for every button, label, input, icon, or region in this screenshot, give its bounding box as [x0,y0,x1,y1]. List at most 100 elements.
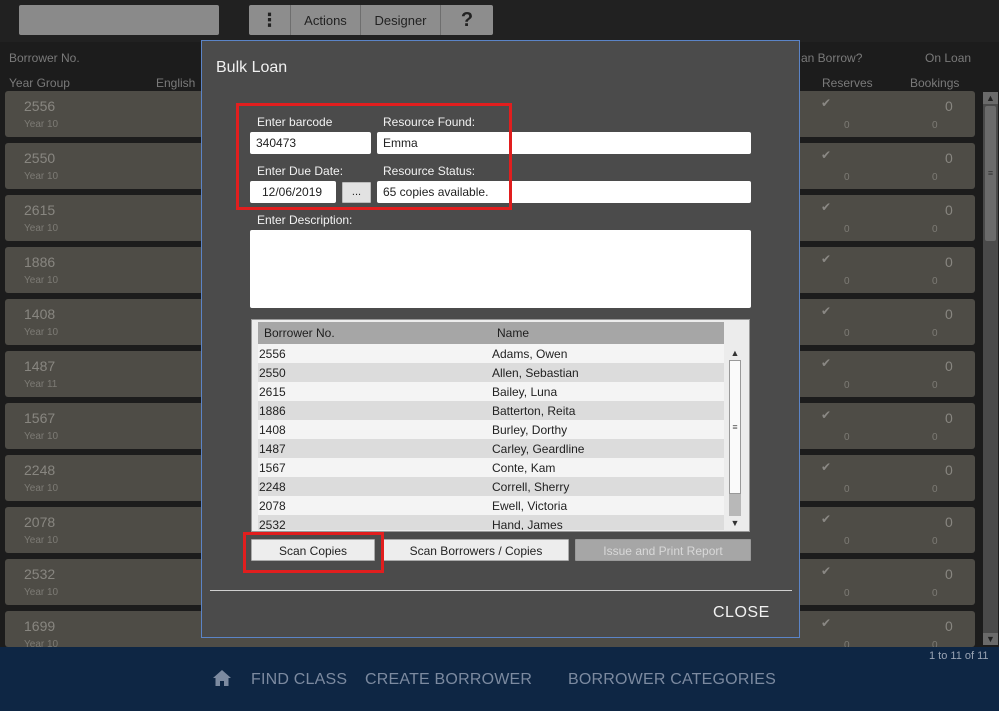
more-options-icon[interactable]: ⋮ [249,5,291,35]
scan-borrowers-copies-button[interactable]: Scan Borrowers / Copies [383,539,569,561]
help-icon[interactable]: ? [441,5,493,35]
header-borrower-no[interactable]: Borrower No. [9,51,80,65]
cell-borrower-no: 2248 [259,480,286,494]
row-year-group: Year 10 [24,171,59,182]
grid-header: Borrower No. Name [258,322,724,344]
check-icon: ✔ [821,564,832,578]
row-year-group: Year 10 [24,431,59,442]
row-bookings: 0 [932,224,938,235]
row-year-group: Year 10 [24,535,59,546]
cell-name: Allen, Sebastian [492,366,579,380]
cell-name: Correll, Sherry [492,480,570,494]
row-reserves: 0 [844,380,850,391]
row-borrower-no: 1886 [24,254,56,270]
row-borrower-no: 2248 [24,462,56,478]
grid-body: 2556 Adams, Owen 2550 Allen, Sebastian 261… [258,344,724,530]
borrower-categories-link[interactable]: BORROWER CATEGORIES [568,671,776,689]
grid-header-borrower-no[interactable]: Borrower No. [264,326,335,340]
row-borrower-no: 1567 [24,410,56,426]
check-icon: ✔ [821,460,832,474]
row-bookings: 0 [932,328,938,339]
row-borrower-no: 2556 [24,98,56,114]
find-class-link[interactable]: FIND CLASS [251,671,347,689]
header-on-loan[interactable]: On Loan [925,51,971,65]
table-row[interactable]: 1408 Burley, Dorthy [258,420,724,439]
table-row[interactable]: 1567 Conte, Kam [258,458,724,477]
due-date-input[interactable]: 12/06/2019 [250,181,336,203]
header-english[interactable]: English [156,76,195,90]
row-on-loan: 0 [945,150,953,166]
grid-header-name[interactable]: Name [497,326,529,340]
row-year-group: Year 10 [24,483,59,494]
list-scrollbar[interactable]: ▲ ≡ ▼ [983,92,998,645]
cell-borrower-no: 1408 [259,423,286,437]
scroll-up-icon[interactable]: ▲ [983,92,998,104]
scroll-down-icon[interactable]: ▼ [983,633,998,645]
create-borrower-link[interactable]: CREATE BORROWER [365,671,532,689]
description-label: Enter Description: [257,213,353,227]
row-on-loan: 0 [945,514,953,530]
actions-menu-button[interactable]: Actions [291,5,361,35]
table-row[interactable]: 2615 Bailey, Luna [258,382,724,401]
row-reserves: 0 [844,536,850,547]
due-date-label: Enter Due Date: [257,164,344,178]
row-borrower-no: 2532 [24,566,56,582]
table-row[interactable]: 1886 Batterton, Reita [258,401,724,420]
row-reserves: 0 [844,432,850,443]
date-picker-button[interactable]: ... [342,182,371,203]
top-menu: ⋮ Actions Designer ? [249,5,493,35]
grid-scrollbar[interactable]: ▲ ≡ ▼ [727,344,743,530]
header-year-group[interactable]: Year Group [9,76,70,90]
row-on-loan: 0 [945,358,953,374]
grid-scroll-up-icon[interactable]: ▲ [728,346,742,360]
grid-scroll-down-icon[interactable]: ▼ [728,516,742,530]
cell-borrower-no: 1487 [259,442,286,456]
table-row[interactable]: 2550 Allen, Sebastian [258,363,724,382]
row-borrower-no: 2550 [24,150,56,166]
dialog-divider [210,590,792,591]
row-on-loan: 0 [945,306,953,322]
table-row[interactable]: 2556 Adams, Owen [258,344,724,363]
top-search-box[interactable] [19,5,219,35]
home-icon[interactable] [212,669,232,687]
header-can-borrow[interactable]: an Borrow? [801,51,862,65]
cell-name: Carley, Geardline [492,442,585,456]
grid-scroll-track[interactable] [729,494,741,516]
cell-name: Conte, Kam [492,461,556,475]
close-button[interactable]: CLOSE [713,604,770,622]
grid-scrollbar-thumb[interactable]: ≡ [729,360,741,494]
header-bookings[interactable]: Bookings [910,76,959,90]
description-textarea[interactable] [250,230,751,308]
row-bookings: 0 [932,120,938,131]
scrollbar-thumb[interactable]: ≡ [985,106,996,241]
check-icon: ✔ [821,408,832,422]
cell-name: Bailey, Luna [492,385,558,399]
cell-name: Adams, Owen [492,347,568,361]
top-bar: ⋮ Actions Designer ? [0,0,999,42]
table-row[interactable]: 2248 Correll, Sherry [258,477,724,496]
table-row[interactable]: 2078 Ewell, Victoria [258,496,724,515]
row-bookings: 0 [932,536,938,547]
resource-found-field: Emma [377,132,751,154]
header-reserves[interactable]: Reserves [822,76,873,90]
table-row[interactable]: 1487 Carley, Geardline [258,439,724,458]
row-on-loan: 0 [945,462,953,478]
pagination-status: 1 to 11 of 11 [929,650,989,662]
resource-status-field: 65 copies available. [377,181,751,203]
barcode-input[interactable]: 340473 [250,132,371,154]
row-reserves: 0 [844,640,850,647]
row-reserves: 0 [844,484,850,495]
check-icon: ✔ [821,616,832,630]
row-bookings: 0 [932,380,938,391]
cell-borrower-no: 2550 [259,366,286,380]
table-row[interactable]: 2532 Hand, James [258,515,724,530]
row-reserves: 0 [844,172,850,183]
designer-menu-button[interactable]: Designer [361,5,441,35]
bulk-loan-dialog: Bulk Loan Enter barcode 340473 Resource … [201,40,800,638]
row-on-loan: 0 [945,618,953,634]
check-icon: ✔ [821,356,832,370]
cell-borrower-no: 2556 [259,347,286,361]
row-borrower-no: 1487 [24,358,56,374]
row-borrower-no: 2615 [24,202,56,218]
scan-copies-button[interactable]: Scan Copies [251,539,375,561]
